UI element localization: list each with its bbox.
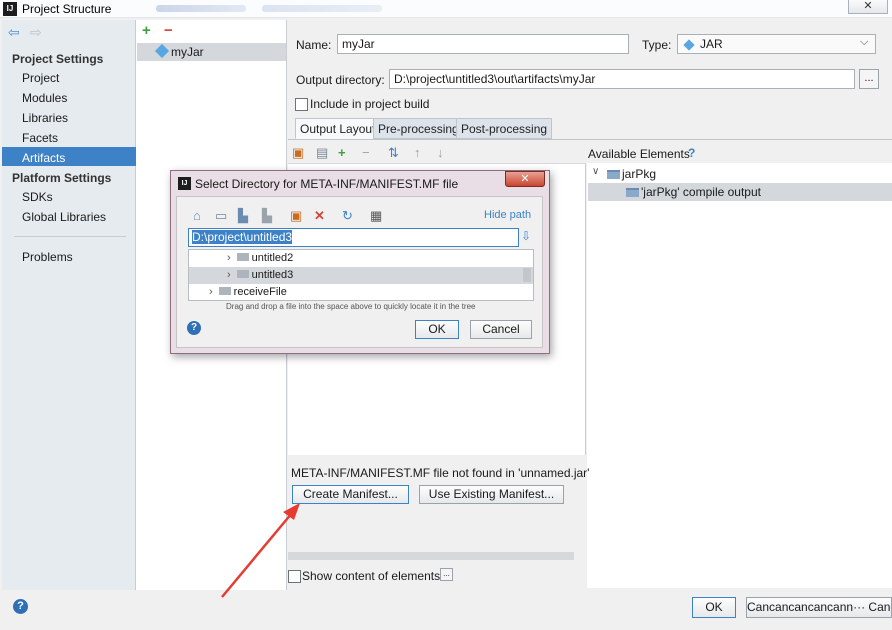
- tree-node-label: receiveFile: [233, 286, 287, 298]
- chevron-right-icon: ›: [227, 269, 231, 281]
- tree-node-label: untitled2: [251, 252, 294, 264]
- project-folder-icon[interactable]: ▙: [238, 208, 248, 224]
- tab-divider: [288, 139, 892, 140]
- tab-post-processing[interactable]: Post-processing: [456, 118, 553, 139]
- dialog-title: Select Directory for META-INF/MANIFEST.M…: [195, 177, 459, 191]
- directory-path-input[interactable]: D:\project\untitled3: [188, 228, 519, 247]
- create-manifest-button[interactable]: Create Manifest...: [292, 485, 409, 504]
- project-settings-heading: Project Settings: [12, 52, 104, 66]
- title-blur-redaction: [156, 5, 246, 12]
- title-bar: [0, 0, 892, 18]
- window-close-button[interactable]: ✕: [848, 0, 888, 14]
- remove-artifact-icon[interactable]: −: [164, 22, 173, 39]
- folder-icon: [236, 253, 249, 261]
- show-hidden-icon[interactable]: ▦: [370, 208, 382, 224]
- sidebar-item-problems[interactable]: Problems: [22, 250, 73, 264]
- tree-node-receivefile[interactable]: › receiveFile: [189, 284, 533, 301]
- tree-node-label: jarPkg: [622, 167, 657, 181]
- add-artifact-icon[interactable]: +: [142, 22, 151, 39]
- show-content-label: Show content of elements: [302, 569, 441, 583]
- include-in-build-label: Include in project build: [310, 97, 430, 111]
- tree-node-untitled2[interactable]: › untitled2: [189, 250, 533, 267]
- horizontal-scrollbar[interactable]: [288, 552, 574, 560]
- output-directory-input[interactable]: D:\project\untitled3\out\artifacts\myJar: [389, 69, 855, 89]
- move-up-icon[interactable]: ↑: [414, 145, 421, 160]
- module-folder-icon[interactable]: ▙: [262, 208, 272, 224]
- path-selected-text: D:\project\untitled3: [192, 230, 293, 244]
- sidebar-item-project[interactable]: Project: [22, 71, 59, 85]
- browse-output-directory-button[interactable]: ...: [859, 69, 879, 89]
- available-elements-tree: [587, 163, 892, 588]
- new-directory-icon[interactable]: ▣: [292, 145, 304, 161]
- folder-icon: [218, 287, 231, 295]
- sidebar-item-global-libraries[interactable]: Global Libraries: [22, 210, 106, 224]
- name-label: Name:: [296, 38, 332, 52]
- delete-icon[interactable]: ✕: [314, 208, 325, 224]
- archive-icon[interactable]: ▤: [316, 145, 328, 161]
- chevron-right-icon: ›: [209, 286, 213, 298]
- dialog-close-button[interactable]: ✕: [505, 171, 545, 187]
- tab-output-layout[interactable]: Output Layout: [295, 118, 381, 139]
- intellij-app-icon: IJ: [3, 2, 17, 16]
- settings-sidebar: [2, 20, 136, 590]
- path-history-icon[interactable]: ⇩: [521, 229, 531, 243]
- help-icon[interactable]: ?: [187, 321, 201, 335]
- platform-settings-heading: Platform Settings: [12, 171, 112, 185]
- available-elements-label: Available Elements: [588, 147, 690, 161]
- chevron-right-icon: ›: [227, 252, 231, 264]
- output-directory-label: Output directory:: [296, 73, 385, 87]
- window-title: Project Structure: [22, 2, 112, 16]
- title-blur-redaction: [262, 5, 382, 12]
- sidebar-item-artifacts[interactable]: Artifacts: [22, 151, 65, 165]
- vertical-scrollbar[interactable]: [523, 268, 531, 282]
- folder-icon: [236, 270, 249, 278]
- add-element-icon[interactable]: +: [338, 145, 346, 160]
- remove-element-icon[interactable]: −: [362, 145, 370, 160]
- move-down-icon[interactable]: ↓: [437, 145, 444, 160]
- show-content-options-button[interactable]: ...: [440, 568, 453, 581]
- sidebar-item-facets[interactable]: Facets: [22, 131, 58, 145]
- artifact-list-item-label: myJar: [171, 45, 204, 59]
- module-folder-icon: [607, 170, 620, 179]
- refresh-icon[interactable]: ↻: [342, 208, 353, 224]
- sort-icon[interactable]: ⇅: [388, 145, 399, 161]
- sidebar-divider: [14, 236, 126, 237]
- home-icon[interactable]: ⌂: [193, 208, 201, 223]
- drag-drop-hint: Drag and drop a file into the space abov…: [226, 302, 476, 311]
- dialog-ok-button[interactable]: OK: [415, 320, 459, 339]
- use-existing-manifest-button[interactable]: Use Existing Manifest...: [419, 485, 564, 504]
- chevron-down-icon: ⌵: [860, 36, 869, 48]
- chevron-down-icon[interactable]: ∨: [592, 166, 599, 177]
- help-icon[interactable]: ?: [13, 599, 28, 614]
- manifest-not-found-message: META-INF/MANIFEST.MF file not found in '…: [291, 466, 590, 480]
- dialog-cancel-button[interactable]: Cancel: [470, 320, 532, 339]
- desktop-icon[interactable]: ▭: [215, 208, 227, 224]
- artifact-type-value: JAR: [700, 37, 723, 51]
- tree-node-untitled3[interactable]: › untitled3: [189, 267, 533, 284]
- ok-button[interactable]: OK: [692, 597, 736, 618]
- back-arrow-icon[interactable]: ⇦: [8, 24, 20, 41]
- artifact-name-input[interactable]: myJar: [337, 34, 629, 54]
- forward-arrow-icon[interactable]: ⇨: [30, 24, 42, 41]
- show-content-checkbox[interactable]: [288, 570, 301, 583]
- directory-tree[interactable]: › untitled2 › untitled3 › receiveFile: [188, 249, 534, 301]
- tree-node-label: 'jarPkg' compile output: [641, 185, 761, 199]
- help-icon[interactable]: ?: [688, 146, 695, 160]
- sidebar-item-sdks[interactable]: SDKs: [22, 190, 53, 204]
- cancel-button[interactable]: Cancancancancann··· Canc: [746, 597, 892, 618]
- output-folder-icon: [626, 188, 639, 197]
- include-in-build-checkbox[interactable]: [295, 98, 308, 111]
- new-folder-icon[interactable]: ▣: [290, 208, 302, 224]
- hide-path-link[interactable]: Hide path: [484, 209, 531, 221]
- sidebar-item-modules[interactable]: Modules: [22, 91, 67, 105]
- tree-node-label: untitled3: [251, 269, 294, 281]
- type-label: Type:: [642, 38, 672, 52]
- sidebar-item-libraries[interactable]: Libraries: [22, 111, 68, 125]
- tab-pre-processing[interactable]: Pre-processing: [373, 118, 464, 139]
- intellij-app-icon: IJ: [178, 177, 191, 190]
